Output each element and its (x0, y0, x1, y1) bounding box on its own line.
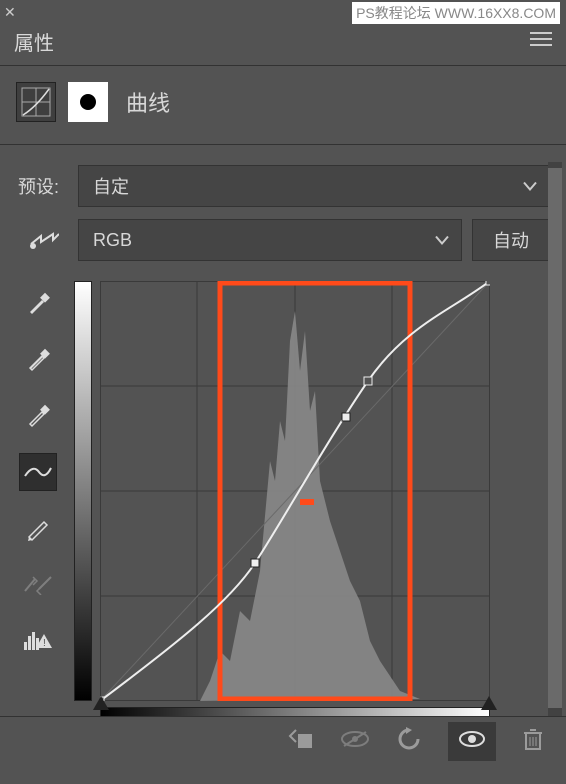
eyedropper-black-icon[interactable] (19, 285, 57, 323)
curves-graph-area (74, 281, 550, 725)
adjustment-label: 曲线 (126, 86, 170, 118)
channel-value: RGB (93, 230, 132, 251)
preset-label: 预设: (18, 173, 68, 199)
watermark: PS教程论坛 WWW.16XX8.COM (352, 2, 560, 24)
black-point-slider[interactable] (93, 696, 109, 710)
eyedropper-gray-icon[interactable] (19, 341, 57, 379)
preset-select[interactable]: 自定 (78, 165, 550, 207)
chevron-down-icon (435, 230, 449, 251)
curve-point-tool-icon[interactable] (19, 453, 57, 491)
svg-text:!: ! (43, 638, 46, 649)
curves-graph[interactable] (100, 281, 490, 701)
delete-icon[interactable] (522, 727, 544, 756)
target-adjust-icon[interactable] (18, 226, 68, 254)
preset-row: 预设: 自定 (0, 159, 566, 213)
channel-select[interactable]: RGB (78, 219, 462, 261)
channel-row: RGB 自动 (0, 213, 566, 267)
white-point-slider[interactable] (481, 696, 497, 710)
panel-footer (0, 716, 566, 766)
reset-icon[interactable] (396, 727, 422, 756)
panel-header: 属性 (0, 18, 566, 66)
scrollbar-thumb[interactable] (548, 168, 562, 708)
chevron-down-icon (523, 176, 537, 197)
output-gradient (74, 281, 92, 701)
adjustment-type-row: 曲线 (0, 66, 566, 145)
panel-menu-icon[interactable] (530, 31, 552, 52)
histogram-warning-icon[interactable]: ! (19, 621, 57, 659)
smooth-tool-icon[interactable] (19, 565, 57, 603)
scrollbar[interactable] (548, 162, 562, 752)
auto-button[interactable]: 自动 (472, 219, 550, 261)
close-icon[interactable]: ✕ (4, 4, 16, 21)
pencil-tool-icon[interactable] (19, 509, 57, 547)
preset-value: 自定 (93, 173, 129, 199)
view-previous-icon[interactable] (340, 730, 370, 753)
curves-icon[interactable] (16, 82, 56, 122)
mask-thumbnail[interactable] (68, 82, 108, 122)
clip-to-layer-icon[interactable] (288, 728, 314, 755)
eyedropper-white-icon[interactable] (19, 397, 57, 435)
panel-title: 属性 (14, 27, 54, 56)
visibility-icon[interactable] (448, 722, 496, 761)
